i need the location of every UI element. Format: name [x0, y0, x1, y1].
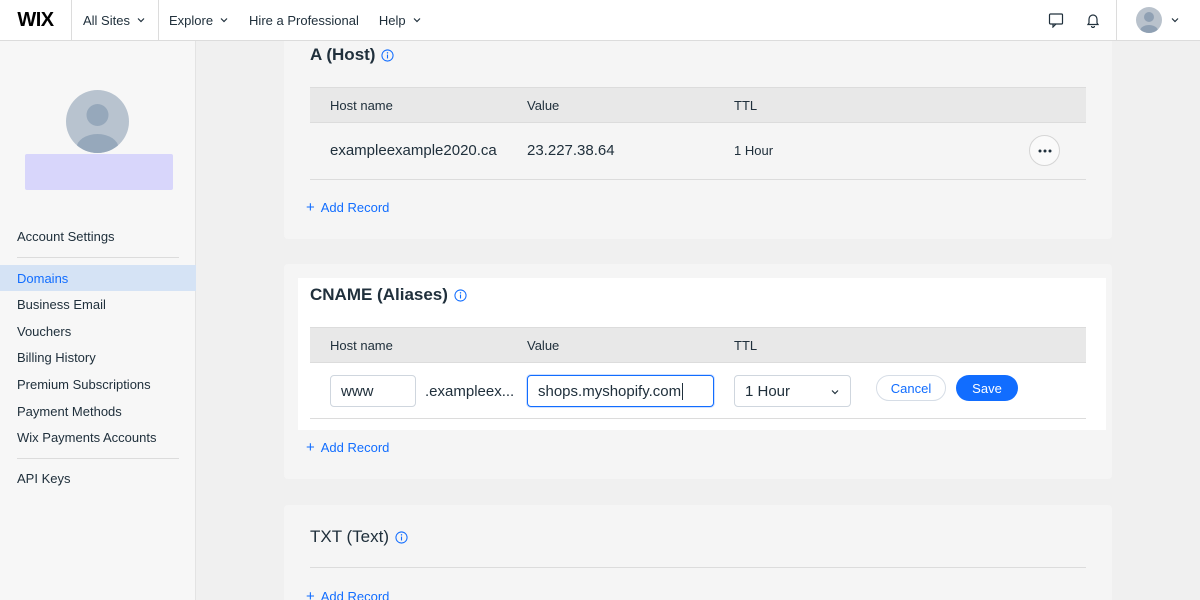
help-label: Help — [378, 12, 406, 28]
column-value: Value — [527, 338, 560, 353]
value-cell: 23.227.38.64 — [527, 142, 615, 159]
cname-table-header: Host name Value TTL — [310, 327, 1086, 363]
sidebar-divider — [17, 257, 179, 258]
messages-button[interactable] — [1037, 0, 1074, 41]
wix-logo[interactable]: WIX — [0, 0, 72, 41]
profile-avatar[interactable] — [66, 90, 129, 153]
user-menu[interactable] — [1116, 0, 1200, 41]
column-value: Value — [527, 98, 560, 113]
sidebar-divider — [17, 458, 179, 459]
profile-name-placeholder — [25, 154, 173, 190]
chat-icon — [1048, 13, 1063, 28]
column-ttl: TTL — [734, 98, 758, 113]
cname-title: CNAME (Aliases) — [310, 285, 467, 305]
txt-title-text: TXT (Text) — [310, 527, 390, 546]
chevron-down-icon — [831, 390, 839, 395]
explore-label: Explore — [168, 12, 214, 28]
domain-suffix: .exampleex... — [425, 383, 515, 400]
sidebar-item-payment-methods[interactable]: Payment Methods — [0, 398, 196, 424]
sidebar-item-account-settings[interactable]: Account Settings — [0, 223, 196, 249]
table-row: exampleexample2020.ca 23.227.38.64 1 Hou… — [310, 123, 1086, 180]
help-menu[interactable]: Help — [369, 0, 432, 41]
a-record-table-header: Host name Value TTL — [310, 87, 1086, 123]
plus-icon: + — [306, 588, 315, 600]
column-host-name: Host name — [330, 338, 393, 353]
more-horizontal-icon — [1038, 149, 1051, 152]
sidebar: Account Settings Domains Business Email … — [0, 41, 196, 600]
chevron-down-icon — [1171, 18, 1179, 23]
top-bar: WIX All Sites Explore Hire a Professiona… — [0, 0, 1200, 41]
column-ttl: TTL — [734, 338, 758, 353]
sidebar-item-business-email[interactable]: Business Email — [0, 291, 196, 317]
info-icon[interactable] — [381, 48, 395, 62]
cname-title-text: CNAME (Aliases) — [310, 285, 448, 304]
column-host-name: Host name — [330, 98, 393, 113]
add-record-label: Add Record — [320, 200, 390, 215]
user-silhouette-icon — [1140, 12, 1158, 33]
sidebar-item-premium-subscriptions[interactable]: Premium Subscriptions — [0, 371, 196, 397]
sidebar-item-billing-history[interactable]: Billing History — [0, 344, 196, 370]
cancel-button[interactable]: Cancel — [876, 375, 946, 401]
sidebar-item-vouchers[interactable]: Vouchers — [0, 318, 196, 344]
sidebar-item-api-keys[interactable]: API Keys — [0, 465, 196, 491]
a-record-title-text: A (Host) — [310, 45, 376, 64]
all-sites-menu[interactable]: All Sites — [72, 0, 159, 41]
add-txt-record-button[interactable]: + Add Record — [306, 588, 389, 600]
host-name-cell: exampleexample2020.ca — [330, 142, 497, 159]
txt-divider — [310, 567, 1086, 568]
txt-card — [284, 505, 1112, 600]
text-cursor — [682, 382, 684, 400]
plus-icon: + — [306, 439, 315, 456]
sidebar-item-domains[interactable]: Domains — [0, 265, 196, 291]
ttl-select[interactable]: 1 Hour — [734, 375, 851, 407]
host-name-input[interactable]: www — [330, 375, 416, 407]
save-button[interactable]: Save — [956, 375, 1018, 401]
chevron-down-icon — [220, 18, 228, 23]
ttl-cell: 1 Hour — [734, 143, 774, 158]
value-input[interactable]: shops.myshopify.com — [527, 375, 714, 407]
user-silhouette-icon — [76, 104, 119, 153]
avatar — [1136, 7, 1162, 33]
info-icon[interactable] — [395, 530, 408, 544]
add-record-label: Add Record — [320, 440, 390, 455]
add-cname-record-button[interactable]: + Add Record — [306, 439, 389, 456]
chevron-down-icon — [413, 18, 421, 23]
chevron-down-icon — [137, 18, 145, 23]
sidebar-item-wix-payments-accounts[interactable]: Wix Payments Accounts — [0, 424, 196, 450]
ttl-select-value: 1 Hour — [745, 382, 791, 400]
bell-icon — [1086, 14, 1099, 28]
add-record-label: Add Record — [320, 589, 390, 600]
hire-label: Hire a Professional — [249, 12, 359, 28]
plus-icon: + — [306, 199, 315, 216]
a-record-title: A (Host) — [310, 45, 395, 65]
explore-menu[interactable]: Explore — [159, 0, 239, 41]
notifications-button[interactable] — [1074, 0, 1111, 41]
hire-professional-link[interactable]: Hire a Professional — [239, 0, 369, 41]
txt-title: TXT (Text) — [310, 527, 408, 547]
info-icon[interactable] — [454, 288, 467, 302]
add-a-record-button[interactable]: + Add Record — [306, 199, 389, 216]
more-actions-button[interactable] — [1029, 135, 1060, 166]
value-input-text: shops.myshopify.com — [538, 382, 682, 400]
all-sites-label: All Sites — [83, 12, 130, 28]
